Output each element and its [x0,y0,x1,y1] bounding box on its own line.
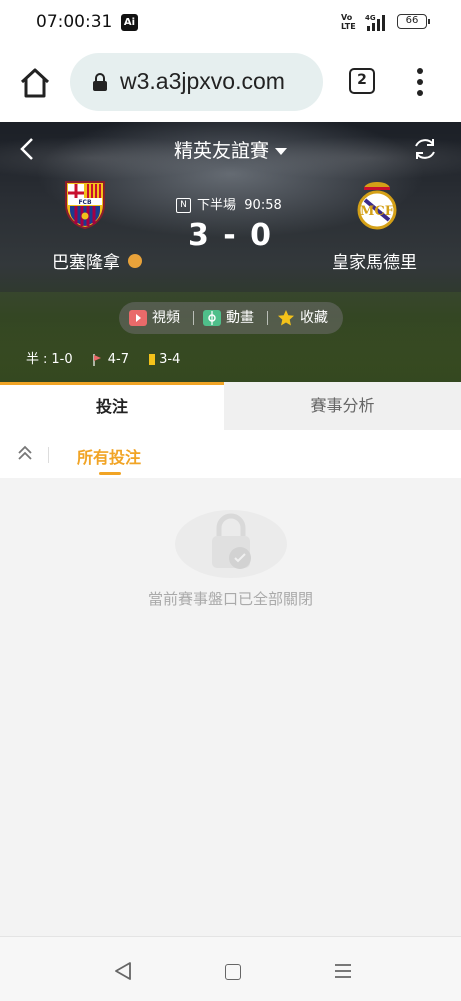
half-score: 1-0 [51,352,73,367]
filter-divider [48,447,49,463]
home-icon[interactable] [18,66,52,100]
tab-switcher-button[interactable]: 2 [349,68,375,94]
status-bar: 07:00:31 Ai Vo LTE 4G 66 [0,0,461,44]
football-icon [128,254,142,268]
market-closed-lock-icon [175,510,287,578]
animation-button[interactable]: 動畫 [203,308,254,328]
nav-recents-icon[interactable] [334,962,352,980]
corner-flag-icon [93,353,101,366]
more-menu-icon[interactable] [410,66,430,98]
star-icon [278,310,294,326]
system-navigation-bar [0,936,461,1001]
address-bar[interactable]: w3.a3jpxvo.com [70,53,323,111]
league-title: 精英友誼賽 [173,140,269,162]
svg-text:FCB: FCB [78,199,92,206]
lock-icon [93,73,107,91]
empty-state-message: 當前賽事盤口已全部關閉 [147,590,313,608]
filter-active-indicator [99,472,121,475]
yellow-cards-value: 3-4 [159,352,181,367]
ai-notification-icon: Ai [121,14,138,31]
media-actions: 視頻 動畫 收藏 [119,302,343,334]
empty-state: 當前賽事盤口已全部關閉 [0,478,461,936]
period-label: 下半場 [197,198,237,213]
yellow-card-icon [149,354,156,365]
nav-back-icon[interactable] [113,961,133,981]
refresh-icon[interactable] [412,136,438,162]
filter-all-bets[interactable]: 所有投注 [77,444,141,468]
dropdown-caret-icon [275,148,287,155]
signal-icon: 4G [365,14,385,31]
tab-bet[interactable]: 投注 [0,382,224,430]
favorite-button[interactable]: 收藏 [277,308,328,328]
collapse-all-icon[interactable] [16,444,34,462]
away-team-crest-icon: MCF [357,182,397,230]
league-selector[interactable]: 精英友誼賽 [0,136,461,163]
match-tabs: 投注 賽事分析 [0,382,461,430]
battery-icon: 66 [397,14,430,29]
match-stats: 半:1-0 4-7 3-4 [26,352,181,367]
video-button[interactable]: 視頻 [129,308,180,328]
match-clock: 90:58 [244,198,282,213]
svg-text:4G: 4G [365,14,376,22]
away-team-name: 皇家馬德里 [332,253,417,273]
video-icon [129,310,147,326]
volte-icon: Vo LTE [341,13,356,31]
half-label: 半 [26,352,40,367]
action-divider [267,311,268,325]
corners-value: 4-7 [107,352,130,367]
match-header: 精英友誼賽 FCB 巴塞隆拿 N 下半場 90:58 3 - 0 MCF 皇家馬德… [0,122,461,382]
period-badge-icon: N [176,198,191,213]
action-divider [193,311,194,325]
url-text: w3.a3jpxvo.com [120,68,285,94]
pitch-animation-icon [203,310,221,326]
match-period: N 下半場 90:58 [176,194,282,213]
browser-toolbar: w3.a3jpxvo.com 2 [0,44,461,122]
bet-filter-bar: 所有投注 [0,430,461,478]
nav-home-icon[interactable] [225,964,241,980]
svg-text:MCF: MCF [360,204,395,219]
status-time: 07:00:31 [36,12,113,32]
tab-analysis[interactable]: 賽事分析 [224,382,461,430]
